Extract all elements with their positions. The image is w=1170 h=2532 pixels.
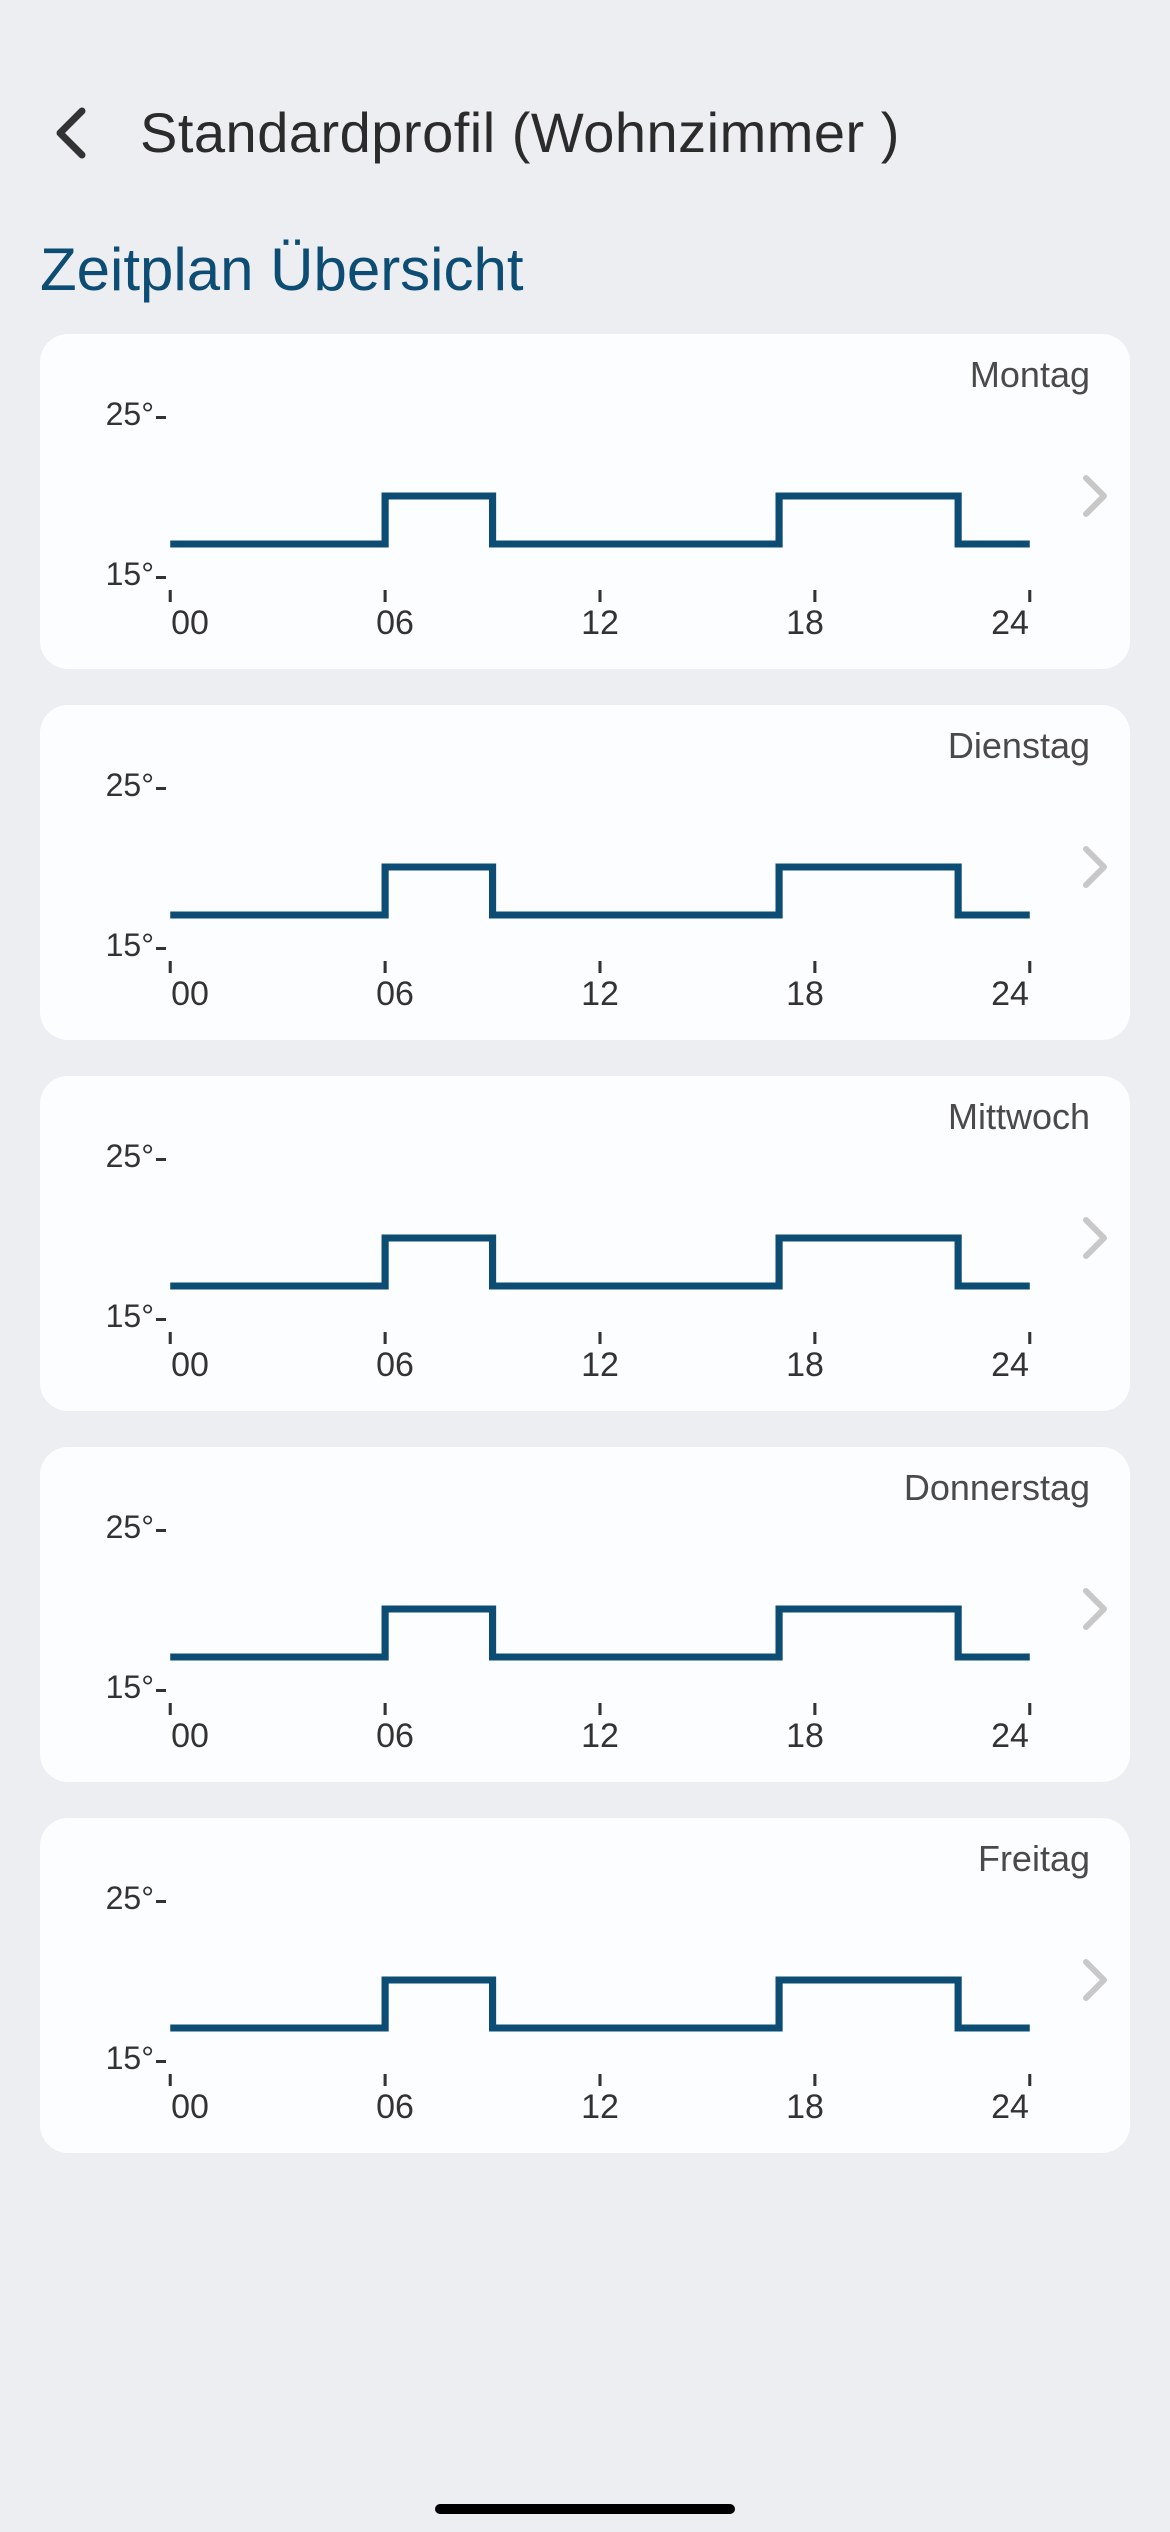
plot-area: 00 06 12 18 24 — [160, 1481, 1100, 1762]
x-tick-label: 06 — [365, 975, 425, 1014]
home-indicator — [435, 2504, 735, 2514]
x-tick-label: 18 — [775, 975, 835, 1014]
y-axis: 25° 15° — [70, 1110, 160, 1391]
x-axis: 00 06 12 18 24 — [160, 604, 1040, 649]
plot-area: 00 06 12 18 24 — [160, 1852, 1100, 2133]
header: Standardprofil (Wohnzimmer ) — [0, 0, 1170, 195]
chevron-right-icon — [1082, 1216, 1110, 1272]
x-tick-label: 00 — [160, 1346, 220, 1385]
day-label: Donnerstag — [904, 1467, 1090, 1509]
y-tick-label: 25° — [106, 1880, 154, 1917]
day-card[interactable]: Freitag 25° 15° 00 06 12 18 — [40, 1818, 1130, 2153]
x-tick-label: 12 — [570, 1717, 630, 1756]
x-tick-label: 12 — [570, 1346, 630, 1385]
chevron-right-icon — [1082, 474, 1110, 530]
x-axis: 00 06 12 18 24 — [160, 2088, 1040, 2133]
x-tick-label: 24 — [980, 975, 1040, 1014]
x-axis: 00 06 12 18 24 — [160, 975, 1040, 1020]
chart: 25° 15° 00 06 12 18 24 — [70, 739, 1100, 1020]
day-label: Freitag — [978, 1838, 1090, 1880]
chart: 25° 15° 00 06 12 18 24 — [70, 368, 1100, 649]
day-card[interactable]: Montag 25° 15° 00 06 12 18 — [40, 334, 1130, 669]
x-tick-label: 00 — [160, 975, 220, 1014]
y-tick-label: 25° — [106, 1138, 154, 1175]
y-tick-label: 15° — [106, 556, 154, 593]
y-tick-label: 25° — [106, 767, 154, 804]
chart: 25° 15° 00 06 12 18 24 — [70, 1852, 1100, 2133]
x-tick-label: 24 — [980, 2088, 1040, 2127]
x-tick-label: 18 — [775, 1346, 835, 1385]
chart: 25° 15° 00 06 12 18 24 — [70, 1481, 1100, 1762]
plot-area: 00 06 12 18 24 — [160, 368, 1100, 649]
back-button[interactable] — [40, 103, 100, 163]
x-tick-label: 12 — [570, 2088, 630, 2127]
chevron-right-icon — [1082, 1587, 1110, 1643]
section-title: Zeitplan Übersicht — [0, 195, 1170, 334]
y-tick-label: 15° — [106, 927, 154, 964]
plot-area: 00 06 12 18 24 — [160, 1110, 1100, 1391]
chevron-left-icon — [52, 107, 88, 159]
x-tick-label: 18 — [775, 604, 835, 643]
x-axis: 00 06 12 18 24 — [160, 1346, 1040, 1391]
x-tick-label: 12 — [570, 975, 630, 1014]
day-label: Mittwoch — [948, 1096, 1090, 1138]
y-tick-label: 15° — [106, 2040, 154, 2077]
chevron-right-icon — [1082, 1958, 1110, 2014]
x-tick-label: 00 — [160, 1717, 220, 1756]
day-label: Montag — [970, 354, 1090, 396]
chevron-right-icon — [1082, 845, 1110, 901]
x-tick-label: 18 — [775, 2088, 835, 2127]
schedule-cards: Montag 25° 15° 00 06 12 18 — [0, 334, 1170, 2153]
x-tick-label: 12 — [570, 604, 630, 643]
day-label: Dienstag — [948, 725, 1090, 767]
x-tick-label: 06 — [365, 2088, 425, 2127]
y-tick-label: 25° — [106, 1509, 154, 1546]
y-axis: 25° 15° — [70, 739, 160, 1020]
day-card[interactable]: Mittwoch 25° 15° 00 06 12 18 — [40, 1076, 1130, 1411]
page-title: Standardprofil (Wohnzimmer ) — [140, 100, 900, 165]
y-axis: 25° 15° — [70, 1481, 160, 1762]
x-tick-label: 06 — [365, 1346, 425, 1385]
day-card[interactable]: Donnerstag 25° 15° 00 06 12 18 — [40, 1447, 1130, 1782]
x-tick-label: 00 — [160, 2088, 220, 2127]
x-tick-label: 06 — [365, 604, 425, 643]
y-tick-label: 15° — [106, 1298, 154, 1335]
x-tick-label: 00 — [160, 604, 220, 643]
day-card[interactable]: Dienstag 25° 15° 00 06 12 18 — [40, 705, 1130, 1040]
x-tick-label: 24 — [980, 1717, 1040, 1756]
x-tick-label: 06 — [365, 1717, 425, 1756]
y-axis: 25° 15° — [70, 1852, 160, 2133]
x-tick-label: 24 — [980, 1346, 1040, 1385]
plot-area: 00 06 12 18 24 — [160, 739, 1100, 1020]
x-axis: 00 06 12 18 24 — [160, 1717, 1040, 1762]
y-axis: 25° 15° — [70, 368, 160, 649]
y-tick-label: 25° — [106, 396, 154, 433]
x-tick-label: 24 — [980, 604, 1040, 643]
y-tick-label: 15° — [106, 1669, 154, 1706]
chart: 25° 15° 00 06 12 18 24 — [70, 1110, 1100, 1391]
x-tick-label: 18 — [775, 1717, 835, 1756]
